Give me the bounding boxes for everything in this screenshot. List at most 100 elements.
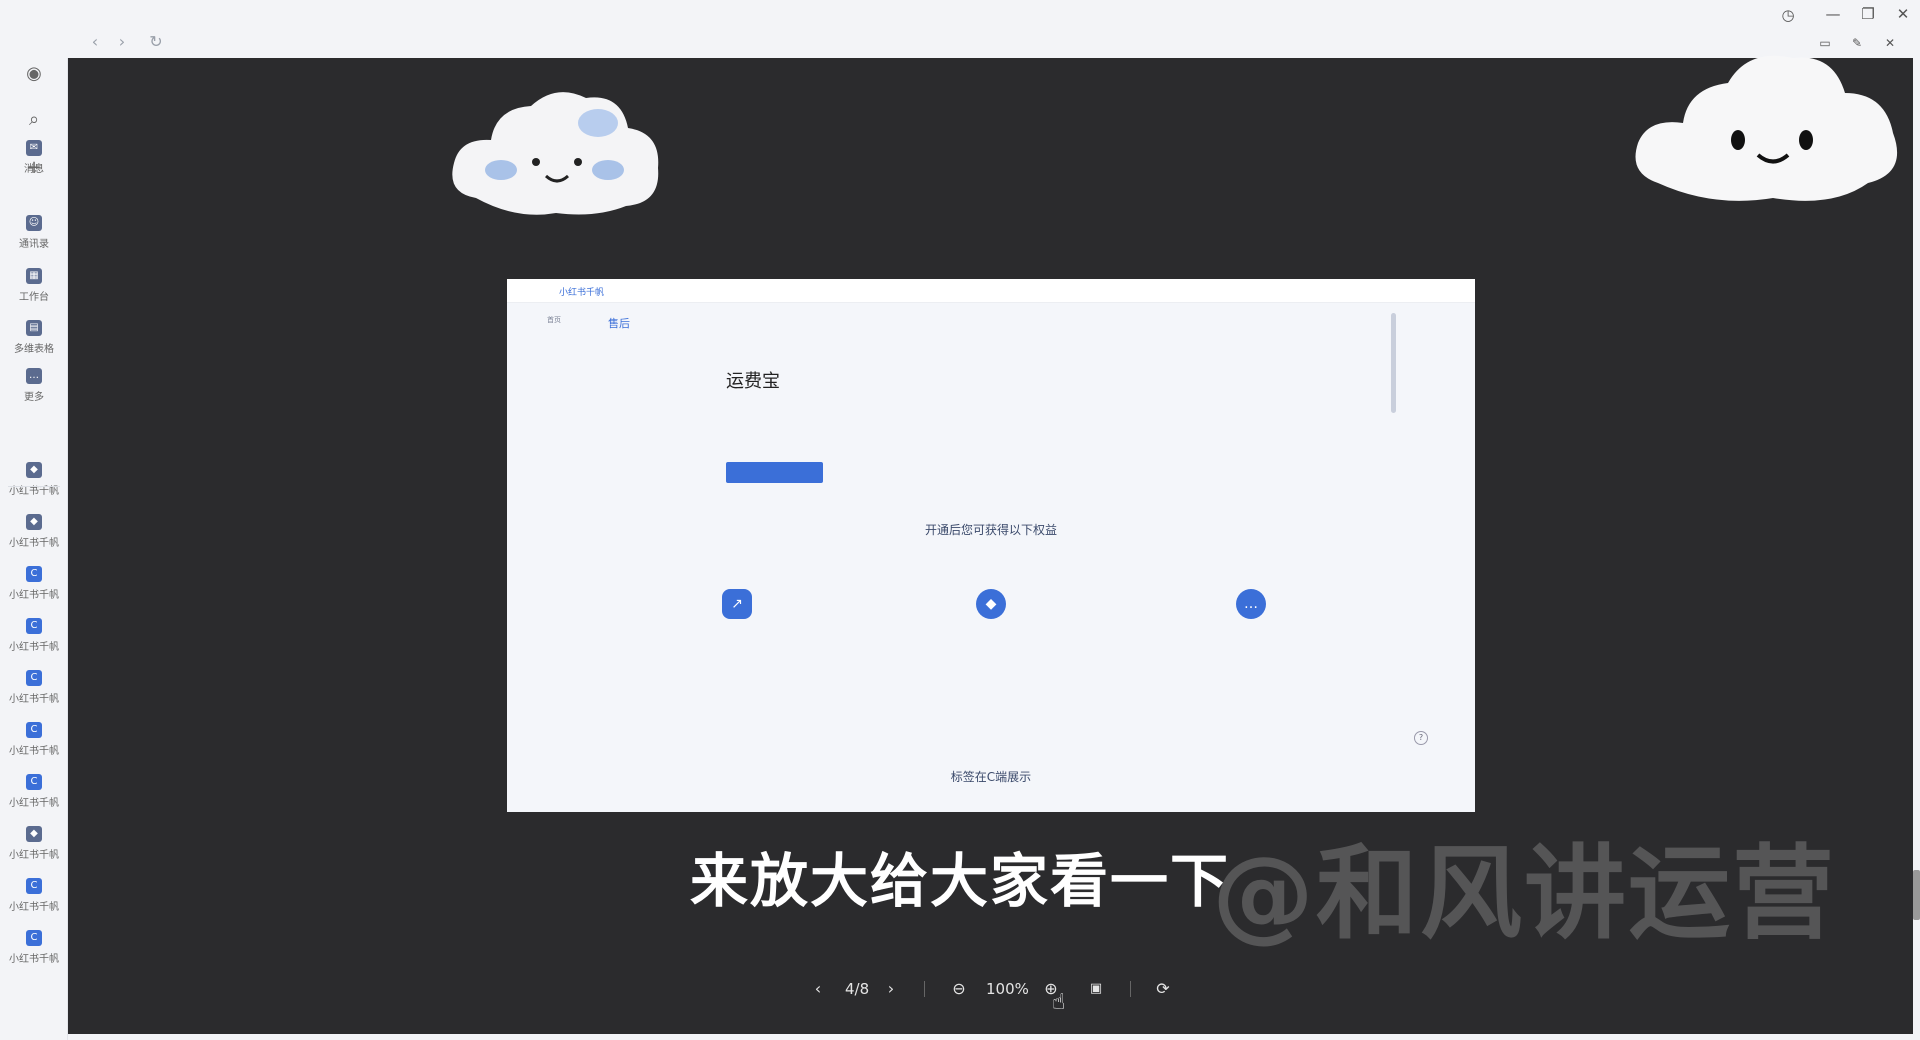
app-icon: C: [26, 618, 42, 634]
sidebar-item-label: 小红书千帆: [9, 746, 59, 757]
restore-icon[interactable]: ❐: [1857, 3, 1879, 25]
sidebar-item-label: 消息: [24, 164, 44, 175]
screenshot-topbar: 小红书千帆: [507, 279, 1475, 303]
app-icon: ✉: [26, 140, 42, 156]
page-indicator: 4/8: [845, 980, 870, 998]
sidebar-item-label: 小红书千帆: [9, 798, 59, 809]
screenshot-subnav-item: [608, 343, 668, 369]
sidebar-item[interactable]: C 小红书千帆: [4, 774, 64, 820]
cloud-sticker-right: [1635, 55, 1898, 201]
minimize-icon[interactable]: —: [1822, 3, 1844, 25]
screenshot-nav-item: [547, 721, 587, 750]
sidebar-item-label: 小红书千帆: [9, 486, 59, 497]
sidebar-item[interactable]: … 更多: [4, 368, 64, 414]
sidebar-item[interactable]: C 小红书千帆: [4, 566, 64, 612]
screenshot-secondary-head: 售后: [608, 317, 630, 330]
app-icon: …: [26, 368, 42, 384]
screenshot-nav-item: [547, 431, 587, 460]
zoom-out-icon[interactable]: ⊖: [948, 977, 970, 1001]
rotate-icon[interactable]: ⟳: [1152, 977, 1174, 1001]
toolbar-divider: [924, 981, 925, 997]
viewer-scrollbar[interactable]: [1913, 870, 1920, 920]
avatar-icon[interactable]: ◉: [22, 62, 46, 86]
forward-icon[interactable]: ›: [112, 32, 132, 52]
screenshot-nav-item: [547, 460, 587, 489]
screenshot-subnav-item: [608, 681, 668, 707]
screenshot-benefit: ↗: [637, 589, 837, 633]
help-icon: ?: [1414, 731, 1428, 745]
screenshot-nav-item: [547, 576, 587, 605]
screenshot-title: 运费宝: [726, 371, 780, 392]
screenshot-subnav-item: [608, 395, 668, 421]
sidebar-item[interactable]: C 小红书千帆: [4, 618, 64, 664]
video-subtitle: 来放大给大家看一下: [689, 847, 1230, 915]
screenshot-secondary-nav: 售后: [608, 315, 668, 369]
sidebar-item[interactable]: C 小红书千帆: [4, 722, 64, 768]
screenshot-brand: 小红书千帆: [559, 288, 605, 298]
sidebar-item-label: 多维表格: [14, 344, 54, 355]
sidebar-item[interactable]: ◆ 小红书千帆: [4, 514, 64, 560]
sidebar-item-label: 小红书千帆: [9, 590, 59, 601]
screenshot-benefit: …: [1151, 589, 1351, 633]
screenshot-nav-item: [547, 489, 587, 518]
chat-bubble-icon: …: [1236, 589, 1266, 619]
sidebar-item-label: 小红书千帆: [9, 694, 59, 705]
screenshot-benefit: ◆: [891, 589, 1091, 633]
screenshot-nav-item: [547, 402, 587, 431]
app-icon: ☺: [26, 215, 42, 231]
app-icon: ▤: [26, 320, 42, 336]
toolbar-divider: [1130, 981, 1131, 997]
screenshot-nav-item: [547, 373, 587, 402]
screenshot-nav-item: [547, 634, 587, 663]
sidebar-item-label: 更多: [24, 392, 44, 403]
screenshot-subnav-item: [608, 447, 668, 473]
app-icon: C: [26, 566, 42, 582]
sidebar-item-label: 小红书千帆: [9, 642, 59, 653]
sidebar-item-label: 小红书千帆: [9, 538, 59, 549]
back-icon[interactable]: ‹: [85, 32, 105, 52]
screenshot-nav-item: [547, 547, 587, 576]
sidebar-item[interactable]: ✉ 消息: [4, 140, 64, 186]
search-icon[interactable]: ⌕: [22, 108, 46, 132]
water-drop-icon: ◆: [976, 589, 1006, 619]
prev-page-icon[interactable]: ‹: [808, 977, 828, 1001]
app-icon: ◆: [26, 514, 42, 530]
screenshot-benefits-heading: 开通后您可获得以下权益: [924, 523, 1057, 537]
actual-size-icon[interactable]: ▣: [1085, 977, 1107, 1001]
refresh-icon[interactable]: ↻: [146, 32, 166, 52]
sidebar-item[interactable]: ☺ 通讯录: [4, 215, 64, 261]
screenshot-primary-button: [726, 462, 823, 483]
sidebar-item[interactable]: C 小红书千帆: [4, 930, 64, 976]
screenshot-subnav-item: [608, 551, 668, 577]
history-icon[interactable]: ◷: [1777, 4, 1799, 26]
sidebar-item[interactable]: ▦ 工作台: [4, 268, 64, 314]
zoom-level: 100%: [986, 980, 1029, 998]
cloud-sticker-left: [452, 92, 659, 215]
screenshot-nav-item: [547, 344, 587, 373]
app-icon: C: [26, 774, 42, 790]
app-icon: ▦: [26, 268, 42, 284]
screenshot-display-heading: 标签在C端展示: [950, 770, 1032, 784]
sidebar-divider: [8, 486, 60, 487]
screenshot-subnav-item: [608, 473, 668, 499]
app-icon: ◆: [26, 462, 42, 478]
app-icon: C: [26, 670, 42, 686]
sidebar-item[interactable]: C 小红书千帆: [4, 670, 64, 716]
screenshot-subnav-item: [608, 369, 668, 395]
sidebar-item[interactable]: ◆ 小红书千帆: [4, 462, 64, 508]
hand-cursor-icon: ☝: [1052, 990, 1066, 1015]
screenshot-scrollbar: [1391, 313, 1396, 413]
close-icon[interactable]: ✕: [1892, 3, 1914, 25]
app-icon: C: [26, 722, 42, 738]
screenshot-nav-item: [547, 692, 587, 721]
trend-chart-icon: ↗: [722, 589, 752, 619]
sidebar-item[interactable]: ▤ 多维表格: [4, 320, 64, 366]
screenshot-subnav-item: [608, 655, 668, 681]
sidebar-item-label: 小红书千帆: [9, 954, 59, 965]
screenshot-nav-item: [547, 663, 587, 692]
next-page-icon[interactable]: ›: [881, 977, 901, 1001]
screenshot-nav-item: 首页: [547, 316, 561, 324]
app-icon: C: [26, 930, 42, 946]
sidebar-item-label: 工作台: [19, 292, 49, 303]
sidebar-item-label: 通讯录: [19, 239, 49, 250]
